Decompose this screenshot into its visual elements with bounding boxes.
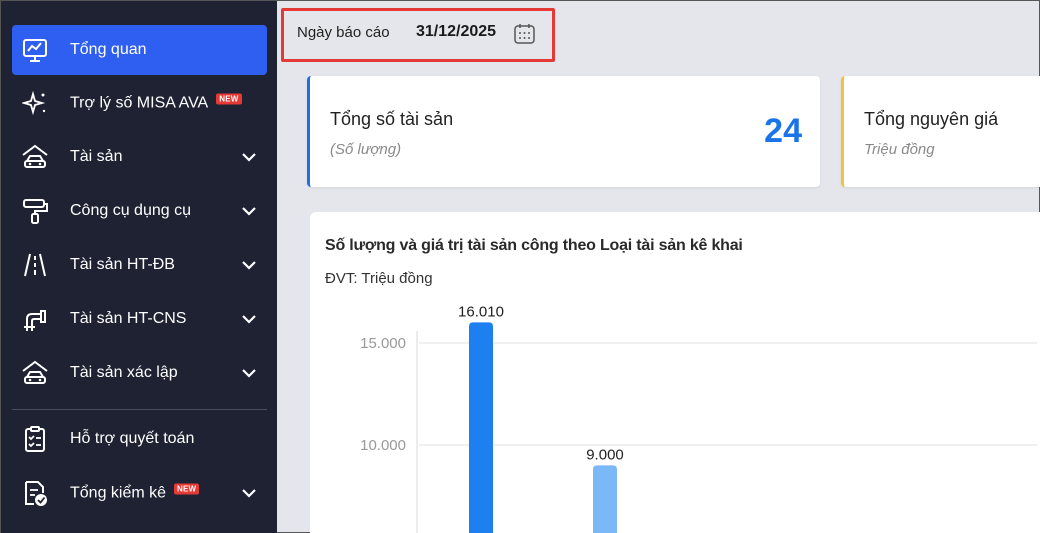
data-label: 16.010 [458, 303, 504, 320]
bar [593, 465, 617, 533]
bar-chart: 10.000 15.000 16.010 9.000 [360, 303, 1037, 533]
y-tick-label: 15.000 [360, 335, 406, 352]
data-label: 9.000 [586, 446, 624, 463]
bar [469, 322, 493, 533]
y-tick-label: 10.000 [360, 437, 406, 454]
